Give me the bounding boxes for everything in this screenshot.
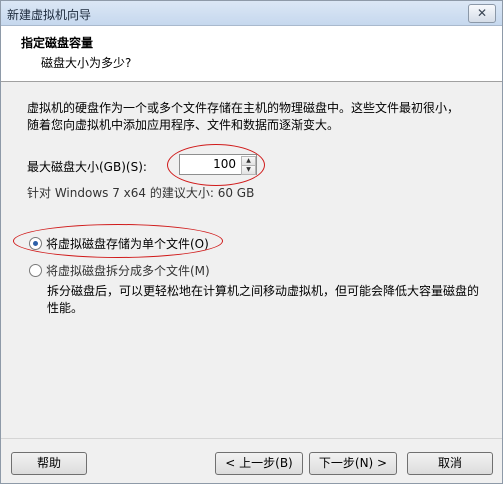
help-button[interactable]: 帮助 xyxy=(11,452,87,475)
next-button[interactable]: 下一步(N) > xyxy=(309,452,397,475)
max-disk-size-value[interactable]: 100 xyxy=(213,157,236,171)
window-title: 新建虚拟机向导 xyxy=(7,8,92,22)
radio-single-file-label[interactable]: 将虚拟磁盘存储为单个文件(O) xyxy=(46,235,209,252)
radio-unchecked-icon[interactable] xyxy=(29,264,42,277)
wizard-content: 虚拟机的硬盘作为一个或多个文件存储在主机的物理磁盘中。这些文件最初很小，随着您向… xyxy=(1,82,502,437)
spin-down-icon[interactable]: ▼ xyxy=(241,165,256,175)
max-disk-size-label: 最大磁盘大小(GB)(S): xyxy=(27,160,147,174)
wizard-header: 指定磁盘容量 磁盘大小为多少? xyxy=(1,26,502,82)
disk-description: 虚拟机的硬盘作为一个或多个文件存储在主机的物理磁盘中。这些文件最初很小，随着您向… xyxy=(27,101,460,132)
close-button[interactable]: ✕ xyxy=(468,4,496,23)
radio-multiple-files[interactable]: 将虚拟磁盘拆分成多个文件(M) xyxy=(29,262,210,279)
radio-multiple-files-label[interactable]: 将虚拟磁盘拆分成多个文件(M) xyxy=(46,262,210,279)
title-bar: 新建虚拟机向导 ✕ xyxy=(1,1,502,26)
close-icon: ✕ xyxy=(476,6,488,20)
recommended-size-hint: 针对 Windows 7 x64 的建议大小: 60 GB xyxy=(27,186,255,200)
split-disk-description: 拆分磁盘后，可以更轻松地在计算机之间移动虚拟机，但可能会降低大容量磁盘的性能。 xyxy=(47,284,480,315)
radio-single-file[interactable]: 将虚拟磁盘存储为单个文件(O) xyxy=(29,235,209,252)
page-title: 指定磁盘容量 xyxy=(21,36,94,50)
new-vm-wizard-window: 新建虚拟机向导 ✕ 指定磁盘容量 磁盘大小为多少? 虚拟机的硬盘作为一个或多个文… xyxy=(0,0,503,484)
wizard-footer: 帮助 < 上一步(B) 下一步(N) > 取消 xyxy=(1,438,502,483)
max-disk-size-spinner[interactable]: 100 ▲ ▼ xyxy=(179,154,257,175)
back-button[interactable]: < 上一步(B) xyxy=(215,452,303,475)
page-subtitle: 磁盘大小为多少? xyxy=(41,56,132,70)
spinner-buttons: ▲ ▼ xyxy=(241,156,256,175)
radio-checked-icon[interactable] xyxy=(29,237,42,250)
cancel-button[interactable]: 取消 xyxy=(407,452,493,475)
